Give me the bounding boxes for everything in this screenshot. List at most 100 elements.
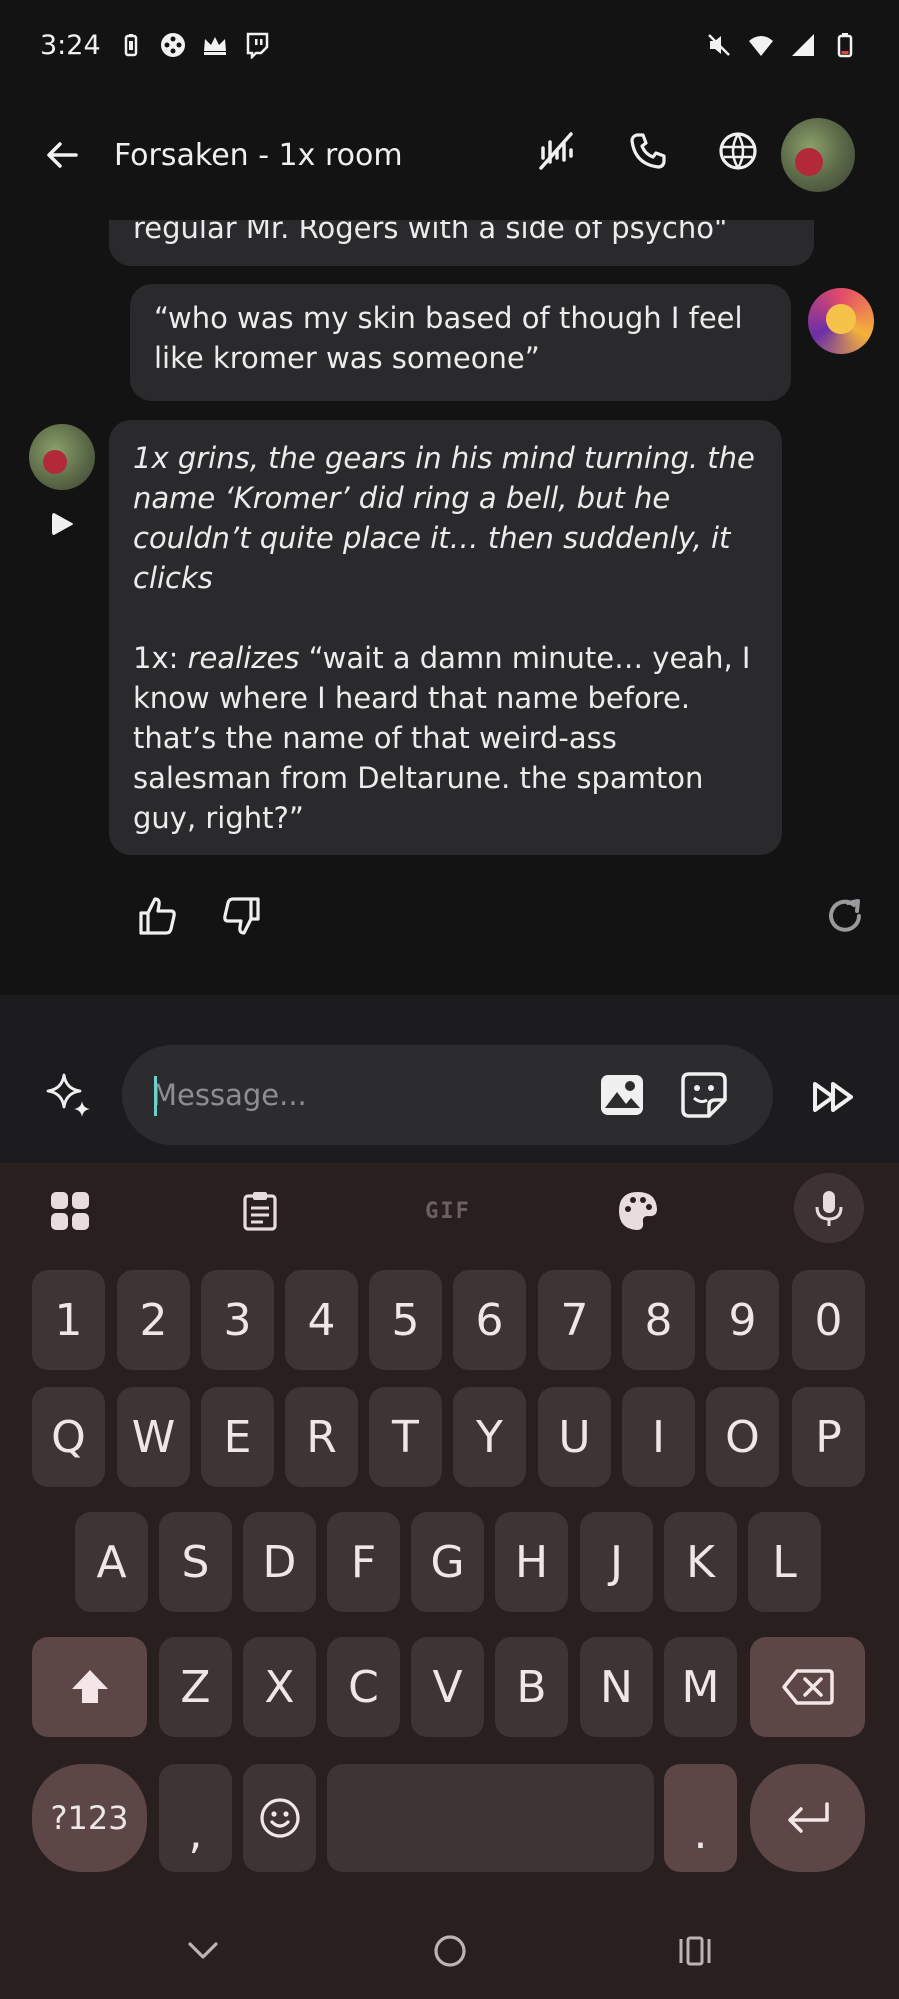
emoji-icon (259, 1798, 300, 1838)
chat-header: Forsaken - 1x room (0, 110, 899, 200)
key-s[interactable]: S (159, 1512, 232, 1612)
key-y[interactable]: Y (453, 1387, 526, 1487)
key-l[interactable]: L (748, 1512, 821, 1612)
header-actions (530, 123, 766, 179)
backspace-key[interactable] (750, 1637, 865, 1737)
comma-key[interactable]: , (159, 1764, 232, 1872)
key-8[interactable]: 8 (622, 1270, 695, 1370)
back-button[interactable] (30, 123, 94, 187)
twitch-icon (243, 31, 271, 59)
key-1[interactable]: 1 (32, 1270, 105, 1370)
microphone-icon (815, 1191, 843, 1226)
message-input[interactable] (152, 1075, 572, 1115)
voice-input-button[interactable] (794, 1173, 864, 1243)
sticker-icon (681, 1072, 727, 1118)
clipboard-icon (243, 1192, 277, 1231)
key-h[interactable]: H (495, 1512, 568, 1612)
enter-icon (787, 1802, 829, 1833)
key-u[interactable]: U (538, 1387, 611, 1487)
key-c[interactable]: C (327, 1637, 400, 1737)
key-z[interactable]: Z (159, 1637, 232, 1737)
voice-off-icon (539, 132, 573, 170)
key-v[interactable]: V (411, 1637, 484, 1737)
key-6[interactable]: 6 (453, 1270, 526, 1370)
key-4[interactable]: 4 (285, 1270, 358, 1370)
key-2[interactable]: 2 (117, 1270, 190, 1370)
call-button[interactable] (620, 123, 676, 179)
shift-key[interactable] (32, 1637, 147, 1737)
gif-label: GIF (425, 1198, 471, 1224)
image-button[interactable] (594, 1067, 650, 1123)
palette-icon (619, 1192, 657, 1230)
hide-keyboard-button[interactable] (178, 1926, 228, 1976)
key-e[interactable]: E (201, 1387, 274, 1487)
key-q[interactable]: Q (32, 1387, 105, 1487)
symbols-key[interactable]: ?123 (32, 1764, 147, 1872)
key-0[interactable]: 0 (792, 1270, 865, 1370)
status-right-icons (705, 31, 859, 59)
status-time: 3:24 (40, 29, 101, 61)
sticker-button[interactable] (676, 1067, 732, 1123)
thumbs-up-button[interactable] (130, 888, 186, 944)
globe-button[interactable] (710, 123, 766, 179)
key-9[interactable]: 9 (706, 1270, 779, 1370)
key-w[interactable]: W (117, 1387, 190, 1487)
key-g[interactable]: G (411, 1512, 484, 1612)
space-key[interactable] (327, 1764, 654, 1872)
rating-row (0, 888, 899, 958)
bot-avatar[interactable] (29, 424, 95, 490)
home-button[interactable] (425, 1926, 475, 1976)
fast-forward-button[interactable] (802, 1065, 866, 1129)
regenerate-button[interactable] (817, 888, 873, 944)
dialogue-prefix: 1x: (133, 641, 188, 675)
message-input-container[interactable] (122, 1045, 773, 1145)
thumbs-down-icon (223, 897, 260, 935)
thumbs-down-button[interactable] (213, 888, 269, 944)
key-a[interactable]: A (75, 1512, 148, 1612)
period-key[interactable]: . (664, 1764, 737, 1872)
key-b[interactable]: B (495, 1637, 568, 1737)
gif-button[interactable]: GIF (418, 1181, 478, 1241)
key-3[interactable]: 3 (201, 1270, 274, 1370)
voice-toggle-button[interactable] (530, 123, 586, 179)
message-list[interactable]: regular Mr. Rogers with a side of psycho… (0, 220, 899, 995)
user-message-text: “who was my skin based of though I feel … (154, 301, 743, 375)
game-controller-icon (159, 31, 187, 59)
user-message-bubble[interactable]: “who was my skin based of though I feel … (130, 284, 791, 401)
key-p[interactable]: P (792, 1387, 865, 1487)
bot-message-narration: 1x grins, the gears in his mind turning.… (133, 441, 755, 595)
key-r[interactable]: R (285, 1387, 358, 1487)
avatar-face-decoration (826, 304, 856, 334)
fast-forward-icon (813, 1082, 853, 1112)
chat-title[interactable]: Forsaken - 1x room (114, 138, 403, 173)
character-avatar[interactable] (781, 118, 855, 192)
key-n[interactable]: N (580, 1637, 653, 1737)
bot-message-bubble[interactable]: 1x grins, the gears in his mind turning.… (109, 420, 782, 855)
crown-icon (201, 31, 229, 59)
keyboard-apps-button[interactable] (40, 1181, 100, 1241)
key-x[interactable]: X (243, 1637, 316, 1737)
recents-button[interactable] (670, 1926, 720, 1976)
key-d[interactable]: D (243, 1512, 316, 1612)
emoji-key[interactable] (243, 1764, 316, 1872)
rose-decoration (795, 148, 823, 176)
clipboard-button[interactable] (230, 1181, 290, 1241)
vibrate-mute-icon (705, 31, 733, 59)
key-m[interactable]: M (664, 1637, 737, 1737)
play-audio-button[interactable] (44, 506, 80, 542)
key-k[interactable]: K (664, 1512, 737, 1612)
user-avatar[interactable] (808, 288, 874, 354)
key-o[interactable]: O (706, 1387, 779, 1487)
key-5[interactable]: 5 (369, 1270, 442, 1370)
enter-key[interactable] (750, 1764, 865, 1872)
key-i[interactable]: I (622, 1387, 695, 1487)
spark-button[interactable] (36, 1063, 100, 1127)
key-t[interactable]: T (369, 1387, 442, 1487)
key-7[interactable]: 7 (538, 1270, 611, 1370)
key-j[interactable]: J (580, 1512, 653, 1612)
key-f[interactable]: F (327, 1512, 400, 1612)
grid-icon (51, 1192, 89, 1230)
theme-button[interactable] (608, 1181, 668, 1241)
previous-message-bubble: regular Mr. Rogers with a side of psycho… (109, 220, 814, 266)
